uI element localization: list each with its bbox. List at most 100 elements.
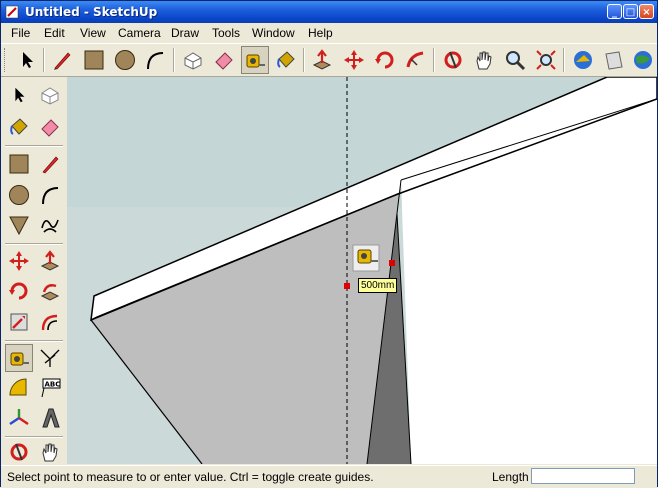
orbit-tool-button[interactable] (5, 438, 33, 466)
rectangle-tool-button[interactable] (5, 150, 33, 178)
3d-scene[interactable] (67, 77, 657, 464)
menu-edit[interactable]: Edit (44, 26, 65, 40)
freehand-icon (41, 219, 59, 233)
orbit-tool-button[interactable] (439, 46, 467, 74)
zoom-extents-icon (536, 50, 556, 70)
toolbar-separator (5, 145, 63, 147)
tape-measure-cursor-icon (352, 244, 380, 272)
line-tool-button[interactable] (36, 150, 64, 178)
arc-tool-button[interactable] (36, 181, 64, 209)
google-earth-tool-button[interactable] (629, 46, 657, 74)
protractor-tool-button[interactable] (5, 374, 33, 402)
paint-bucket-tool-button[interactable] (5, 113, 33, 141)
push-pull-icon (312, 49, 332, 70)
toolbar-separator (563, 48, 565, 72)
rectangle-icon (84, 50, 104, 70)
menu-window[interactable]: Window (252, 26, 295, 40)
move-tool-button[interactable] (340, 46, 368, 74)
close-button[interactable]: × (639, 4, 654, 19)
eraser-icon (41, 119, 59, 137)
scale-icon (10, 313, 28, 331)
share-model-tool-button[interactable] (600, 46, 628, 74)
toolbar-separator (173, 48, 175, 72)
pencil-icon (54, 52, 71, 70)
length-input[interactable] (531, 468, 635, 484)
make-component-icon (184, 52, 202, 70)
rotate-tool-button[interactable] (371, 46, 399, 74)
maximize-button[interactable]: □ (623, 4, 638, 19)
toolbar-separator (433, 48, 435, 72)
paint-bucket-icon (277, 51, 295, 68)
zoom-icon (506, 51, 526, 71)
protractor-icon (9, 378, 27, 396)
toolbar-grip[interactable] (4, 48, 8, 72)
title-bar[interactable]: Untitled - SketchUp _ □ × (1, 1, 657, 23)
svg-text:ABC: ABC (45, 381, 61, 389)
paint-bucket-tool-button[interactable] (272, 46, 300, 74)
sketchup-window: Untitled - SketchUp _ □ × File Edit View… (0, 0, 658, 488)
make-component-tool-button[interactable] (36, 81, 64, 109)
arc-icon (42, 187, 59, 205)
dimension-tool-button[interactable] (36, 344, 64, 372)
select-tool-button[interactable] (13, 46, 41, 74)
line-icon (42, 156, 59, 174)
status-bar: Select point to measure to or enter valu… (1, 465, 657, 488)
menu-camera[interactable]: Camera (118, 26, 161, 40)
circle-tool-button[interactable] (111, 46, 139, 74)
pan-tool-button[interactable] (470, 46, 498, 74)
freehand-tool-button[interactable] (36, 211, 64, 239)
orbit-icon (10, 443, 28, 461)
menu-view[interactable]: View (80, 26, 106, 40)
select-icon (15, 87, 25, 103)
push-pull-tool-button[interactable] (308, 46, 336, 74)
move-tool-button[interactable] (5, 247, 33, 275)
measurement-tooltip: 500mm (358, 278, 398, 293)
zoom-tool-button[interactable] (501, 46, 529, 74)
rectangle-tool-button[interactable] (80, 46, 108, 74)
follow-me-tool-button[interactable] (36, 277, 64, 305)
offset-icon (41, 314, 58, 331)
minimize-button[interactable]: _ (607, 4, 622, 19)
zoom-extents-tool-button[interactable] (532, 46, 560, 74)
move-icon (344, 50, 364, 70)
get-models-icon (574, 51, 592, 69)
offset-tool-button[interactable] (36, 308, 64, 336)
text-tool-button[interactable]: ABC (36, 374, 64, 402)
tape-measure-tool-button[interactable] (241, 46, 269, 74)
dimension-icon (40, 349, 60, 367)
eraser-tool-button[interactable] (36, 113, 64, 141)
make-component-tool-button[interactable] (179, 46, 207, 74)
menu-draw[interactable]: Draw (171, 26, 199, 40)
menu-bar: File Edit View Camera Draw Tools Window … (1, 23, 657, 43)
pencil-tool-button[interactable] (48, 46, 76, 74)
get-models-tool-button[interactable] (569, 46, 597, 74)
polygon-icon (9, 216, 29, 236)
follow-me-tool-button[interactable] (402, 46, 430, 74)
google-earth-icon (634, 51, 652, 69)
rotate-tool-button[interactable] (5, 277, 33, 305)
tape-measure-tool-button[interactable] (5, 344, 33, 372)
main-toolbar (1, 43, 657, 77)
menu-help[interactable]: Help (308, 26, 333, 40)
menu-file[interactable]: File (11, 26, 30, 40)
arc-tool-button[interactable] (141, 46, 169, 74)
length-label: Length (492, 470, 529, 484)
orbit-icon (444, 51, 462, 69)
polygon-tool-button[interactable] (5, 211, 33, 239)
drawing-viewport[interactable]: 500mm (67, 77, 657, 464)
menu-tools[interactable]: Tools (212, 26, 240, 40)
toolbar-separator (43, 48, 45, 72)
axes-tool-button[interactable] (5, 404, 33, 432)
move-icon (9, 251, 29, 271)
paint-bucket-icon (10, 118, 28, 135)
eraser-tool-button[interactable] (210, 46, 238, 74)
circle-icon (115, 50, 135, 70)
select-tool-button[interactable] (5, 81, 33, 109)
make-component-icon (41, 87, 59, 105)
push-pull-tool-button[interactable] (36, 247, 64, 275)
tape-measure-icon (10, 352, 29, 366)
3d-text-tool-button[interactable] (36, 404, 64, 432)
pan-tool-button[interactable] (36, 438, 64, 466)
circle-tool-button[interactable] (5, 181, 33, 209)
scale-tool-button[interactable] (5, 308, 33, 336)
